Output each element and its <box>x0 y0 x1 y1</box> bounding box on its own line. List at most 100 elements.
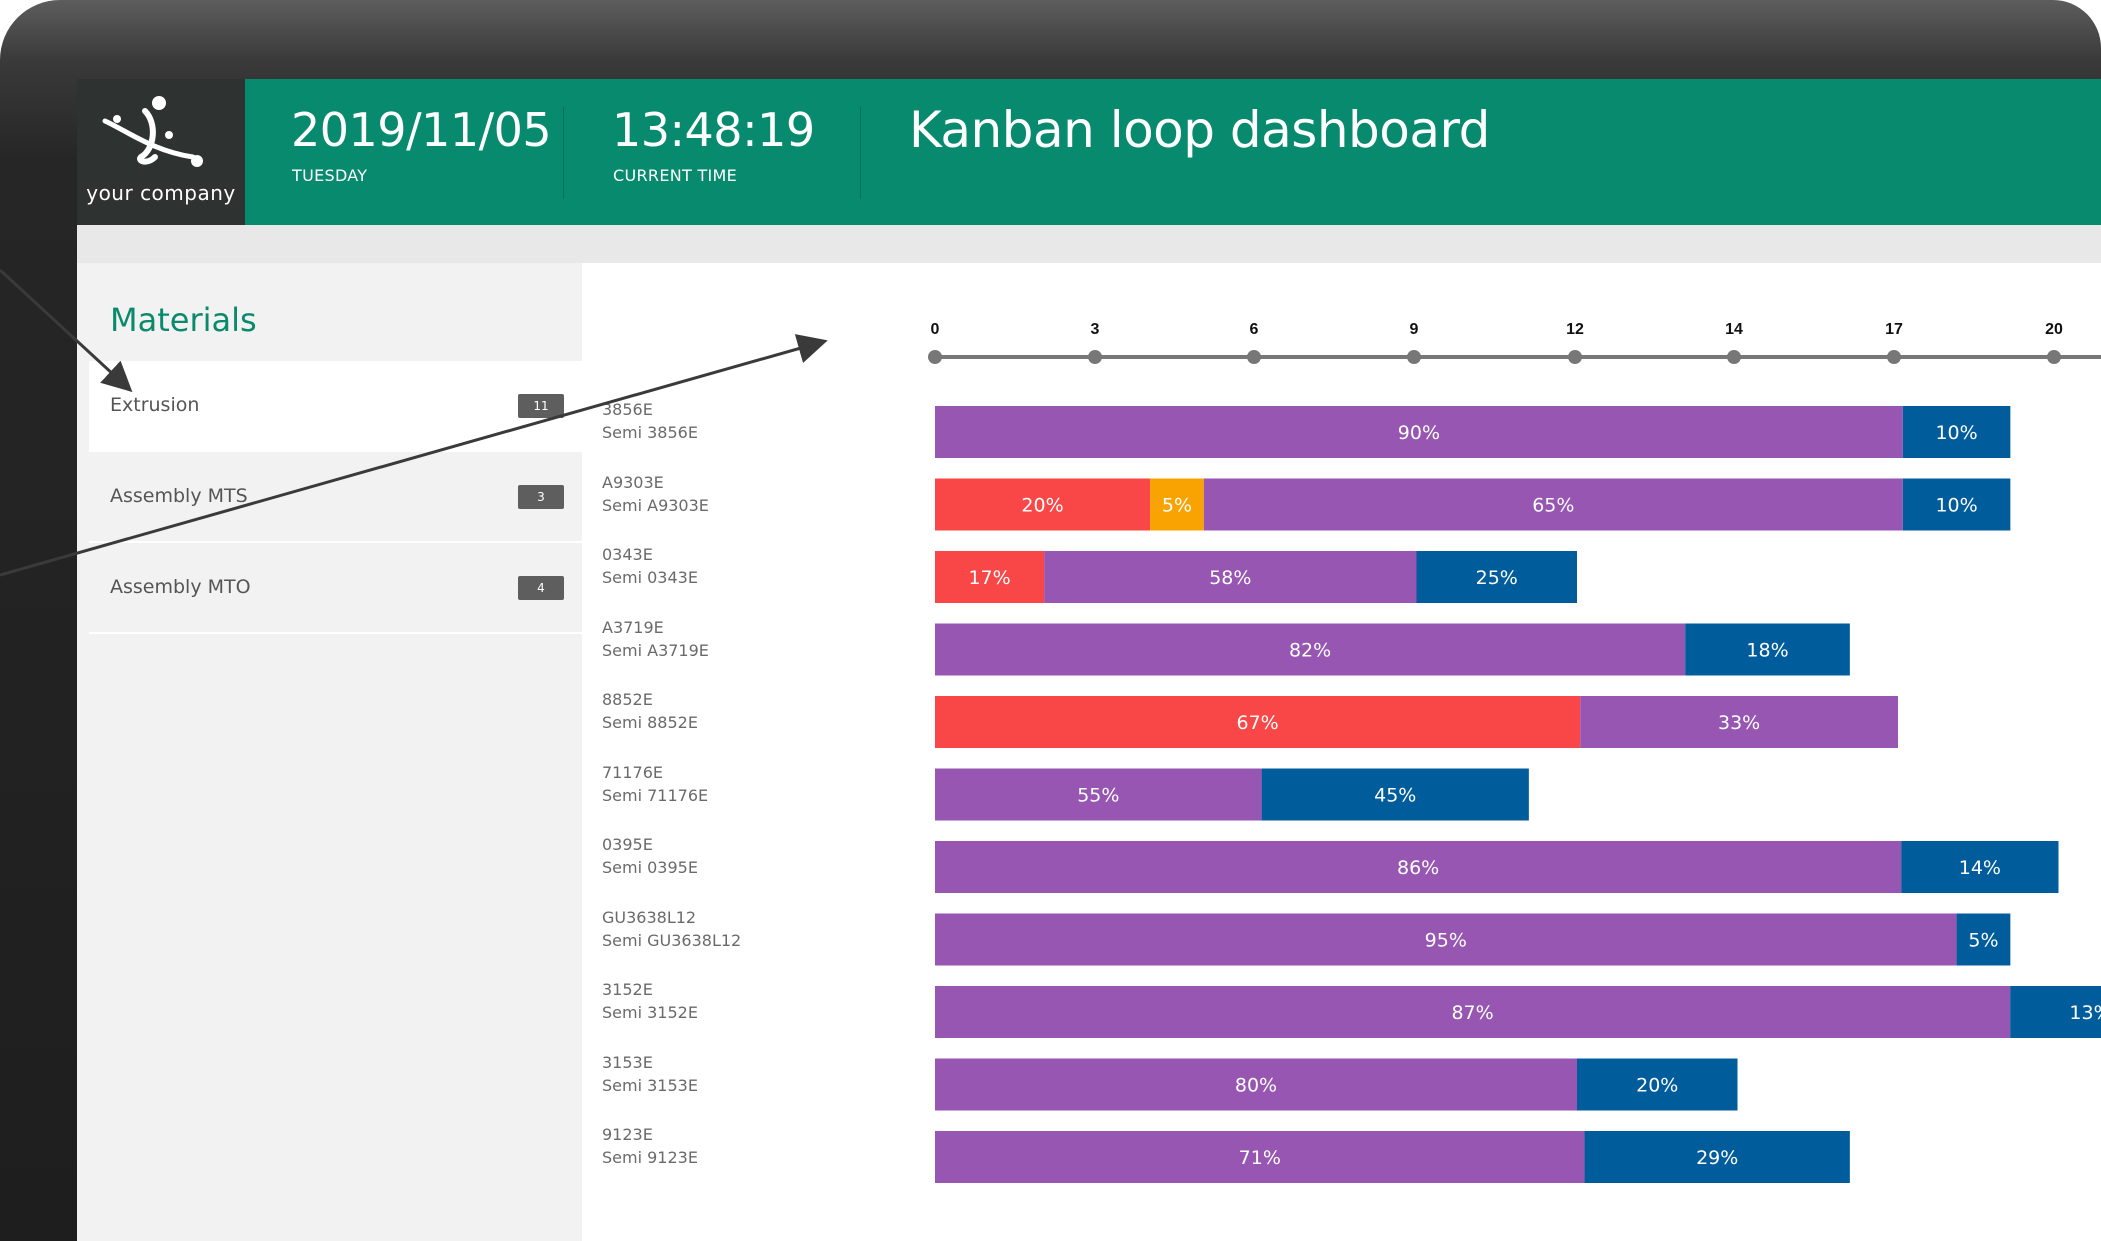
sidebar-item-extrusion[interactable]: Extrusion 11 <box>89 361 582 452</box>
bar-segment-label: 33% <box>1718 712 1760 734</box>
material-label: 3152E Semi 3152E <box>602 978 698 1024</box>
axis-tick-label: 3 <box>1091 321 1100 338</box>
header-spacer <box>77 225 2101 263</box>
axis-tick-label: 9 <box>1410 321 1419 338</box>
axis-tick-label: 20 <box>2045 321 2063 338</box>
count-badge: 3 <box>518 485 564 509</box>
material-label: 71176E Semi 71176E <box>602 761 708 807</box>
material-sub: Semi 9123E <box>602 1148 698 1167</box>
axis-tick-label: 12 <box>1566 321 1584 338</box>
material-label: 8852E Semi 8852E <box>602 688 698 734</box>
axis-tick-marker <box>1088 350 1102 364</box>
material-label: 9123E Semi 9123E <box>602 1123 698 1169</box>
material-label: GU3638L12 Semi GU3638L12 <box>602 906 741 952</box>
bar-segment-label: 86% <box>1397 857 1439 879</box>
kanban-chart-panel: 0 3 6 9 12 14 17 20 90% 10% 20% 5% 65% 10% 17% 58% 25% 82… <box>582 263 2101 1241</box>
dashboard-screen: your company 2019/11/05 TUESDAY 13:48:19… <box>77 79 2101 1241</box>
axis-tick-marker <box>1887 350 1901 364</box>
material-id: A3719E <box>602 617 664 637</box>
axis-tick-marker <box>2047 350 2061 364</box>
material-id: A9303E <box>602 472 664 492</box>
current-time-caption: CURRENT TIME <box>613 166 738 185</box>
material-sub: Semi 71176E <box>602 785 709 805</box>
sidebar-item-assembly-mts[interactable]: Assembly MTS 3 <box>89 452 582 543</box>
material-label: 3153E Semi 3153E <box>602 1051 698 1097</box>
bar-segment-label: 67% <box>1236 712 1278 734</box>
bar-segment-label: 13% <box>2069 1002 2101 1024</box>
bar-segment-label: 25% <box>1476 567 1518 589</box>
count-badge: 11 <box>518 394 564 418</box>
axis-tick-marker <box>1247 350 1261 364</box>
material-sub: Semi 3856E <box>602 423 698 442</box>
company-logo[interactable]: your company <box>77 79 245 225</box>
weekday-label: TUESDAY <box>292 166 368 185</box>
material-id: 3152E <box>602 980 653 999</box>
material-sub: Semi A3719E <box>602 640 709 660</box>
bar-segment-label: 80% <box>1235 1075 1277 1097</box>
bar-segment-label: 10% <box>1935 422 1977 444</box>
material-label: A3719E Semi A3719E <box>602 616 709 662</box>
bar-segment-label: 5% <box>1162 495 1192 517</box>
bar-segment-label: 18% <box>1746 640 1788 662</box>
material-label: 0395E Semi 0395E <box>602 833 698 879</box>
material-sub: Semi 3153E <box>602 1075 698 1095</box>
axis-tick-marker <box>1727 350 1741 364</box>
bar-segment-label: 14% <box>1959 857 2001 879</box>
axis-tick-marker <box>1407 350 1421 364</box>
bar-segment-label: 65% <box>1532 495 1574 517</box>
current-date: 2019/11/05 <box>291 103 552 157</box>
bar-segment-label: 87% <box>1451 1002 1493 1024</box>
materials-sidebar: Materials Extrusion 11 Assembly MTS 3 As… <box>77 263 582 1241</box>
material-id: 3856E <box>602 400 653 419</box>
current-time: 13:48:19 <box>612 103 815 157</box>
bar-segment-label: 20% <box>1636 1075 1678 1097</box>
sidebar-item-assembly-mto[interactable]: Assembly MTO 4 <box>89 543 582 634</box>
kanban-bar-chart: 0 3 6 9 12 14 17 20 90% 10% 20% 5% 65% 10% 17% 58% 25% 82… <box>928 321 2101 1183</box>
logo-text: your company <box>86 181 236 205</box>
header-divider <box>860 107 861 199</box>
material-id: 71176E <box>602 762 664 782</box>
material-id: 3153E <box>602 1052 653 1072</box>
material-sub: Semi 0395E <box>602 858 698 877</box>
axis-tick-label: 6 <box>1250 321 1259 338</box>
material-id: 0343E <box>602 545 653 564</box>
bar-segment-label: 20% <box>1021 495 1063 517</box>
bar-segment-label: 29% <box>1696 1147 1738 1169</box>
material-label: A9303E Semi A9303E <box>602 471 709 517</box>
axis-tick-label: 17 <box>1885 321 1903 338</box>
material-sub: Semi 0343E <box>602 568 698 587</box>
header-divider <box>563 107 564 199</box>
axis-tick-marker <box>1568 350 1582 364</box>
sidebar-item-label: Extrusion <box>110 394 200 416</box>
bar-segment-label: 10% <box>1935 495 1977 517</box>
bar-segment-label: 17% <box>968 567 1010 589</box>
bar-segment-label: 82% <box>1289 640 1331 662</box>
material-sub: Semi GU3638L12 <box>602 930 742 950</box>
material-sub: Semi 3152E <box>602 1003 698 1022</box>
bar-segment-label: 90% <box>1398 422 1440 444</box>
sidebar-item-label: Assembly MTS <box>110 485 248 507</box>
material-id: 8852E <box>602 690 653 709</box>
bar-segment-label: 71% <box>1239 1147 1281 1169</box>
axis-tick-label: 14 <box>1725 321 1743 338</box>
bar-segment-label: 5% <box>1968 930 1998 952</box>
bar-segment-label: 45% <box>1374 785 1416 807</box>
material-sub: Semi 8852E <box>602 713 698 732</box>
axis-tick-label: 0 <box>931 321 940 338</box>
material-id: 0395E <box>602 835 653 854</box>
page-title: Kanban loop dashboard <box>909 101 1490 159</box>
material-id: GU3638L12 <box>602 907 697 927</box>
material-label: 3856E Semi 3856E <box>602 398 698 444</box>
sidebar-title: Materials <box>110 301 257 339</box>
sidebar-item-label: Assembly MTO <box>110 576 251 598</box>
axis-tick-marker <box>928 350 942 364</box>
material-sub: Semi A9303E <box>602 495 709 515</box>
header-bar: your company 2019/11/05 TUESDAY 13:48:19… <box>77 79 2101 225</box>
count-badge: 4 <box>518 576 564 600</box>
bar-segment-label: 95% <box>1425 930 1467 952</box>
logo-mark-icon <box>102 96 203 167</box>
bar-segment-label: 55% <box>1077 785 1119 807</box>
bar-segment-label: 58% <box>1209 567 1251 589</box>
material-id: 9123E <box>602 1125 653 1144</box>
material-label: 0343E Semi 0343E <box>602 543 698 589</box>
